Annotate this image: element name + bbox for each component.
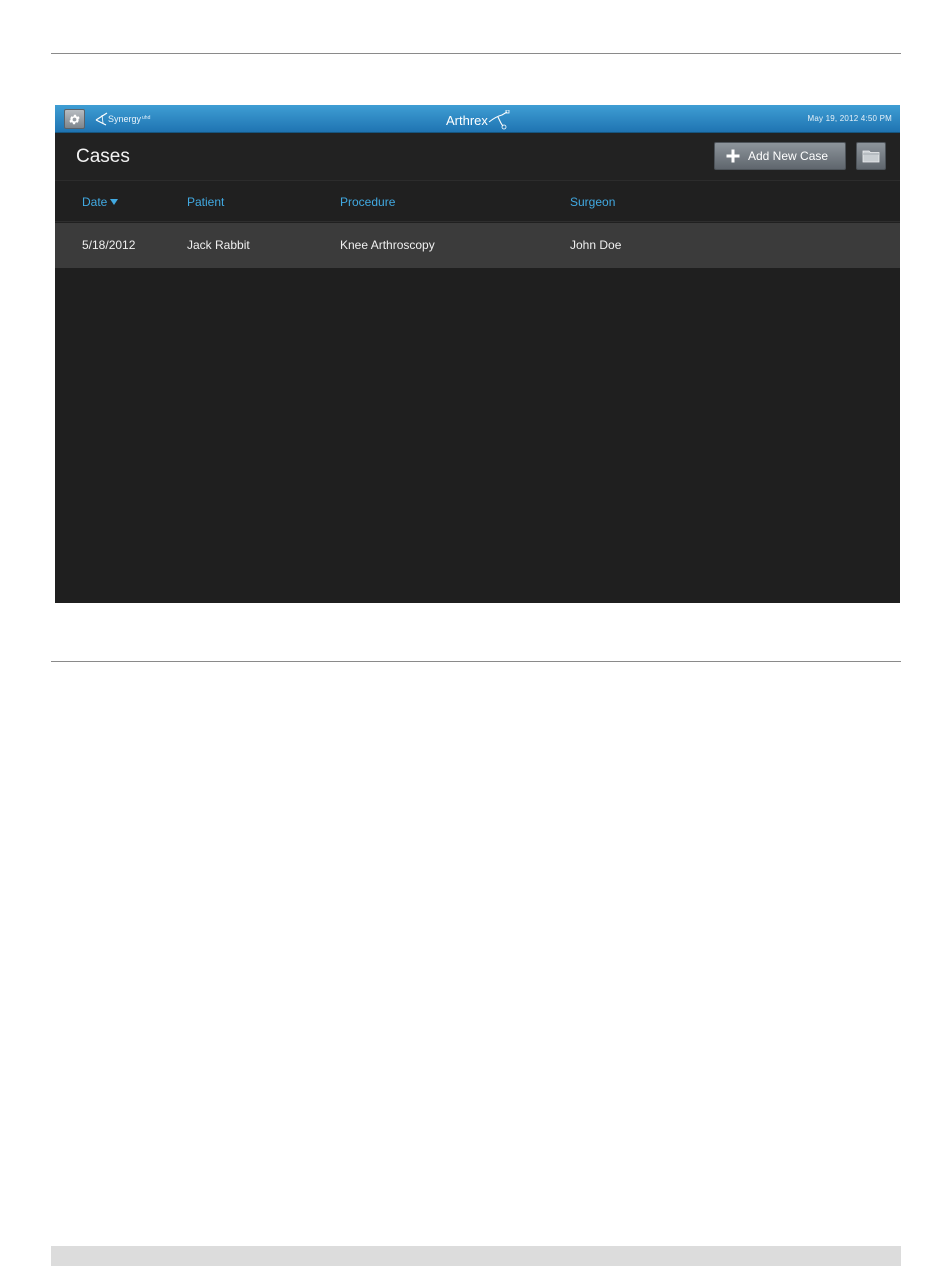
- add-new-case-button[interactable]: Add New Case: [714, 142, 846, 170]
- page-title: Cases: [76, 146, 130, 167]
- sort-descending-icon: [110, 199, 119, 205]
- column-header-date-label: Date: [82, 195, 108, 209]
- plus-icon: [726, 149, 740, 163]
- status-datetime: May 19, 2012 4:50 PM: [807, 114, 892, 123]
- synergy-logo-mark: uhd: [142, 115, 151, 121]
- tablet-screen: Synergy uhd Arthrex May 19, 2012 4:50 PM…: [55, 105, 900, 603]
- brand-name: Arthrex: [446, 112, 488, 128]
- brand-logo: Arthrex: [446, 110, 510, 130]
- top-divider: [51, 53, 901, 54]
- cell-date: 5/18/2012: [82, 238, 136, 252]
- footer-bar: [51, 1246, 901, 1266]
- synergy-logo-text: Synergy: [108, 114, 142, 124]
- synergy-logo: Synergy uhd: [95, 110, 150, 128]
- cell-patient: Jack Rabbit: [187, 238, 250, 252]
- synergy-logo-icon: [95, 112, 108, 126]
- manual-page: Synergy uhd Arthrex May 19, 2012 4:50 PM…: [0, 0, 950, 1276]
- table-row[interactable]: 5/18/2012 Jack Rabbit Knee Arthroscopy J…: [55, 223, 900, 268]
- column-header-surgeon[interactable]: Surgeon: [570, 195, 615, 209]
- status-bar: Synergy uhd Arthrex May 19, 2012 4:50 PM: [55, 105, 900, 133]
- title-bar: Cases Add New Case: [55, 133, 900, 181]
- bottom-divider: [51, 661, 901, 662]
- settings-button[interactable]: [64, 109, 85, 129]
- column-header-date[interactable]: Date: [82, 195, 119, 209]
- table-header: Date Patient Procedure Surgeon: [55, 182, 900, 222]
- cell-procedure: Knee Arthroscopy: [340, 238, 435, 252]
- column-header-patient[interactable]: Patient: [187, 195, 224, 209]
- cell-surgeon: John Doe: [570, 238, 622, 252]
- column-header-procedure[interactable]: Procedure: [340, 195, 395, 209]
- gear-icon: [69, 114, 80, 124]
- folder-icon: [862, 150, 880, 163]
- folder-button[interactable]: [856, 142, 886, 170]
- case-list-empty-area: [55, 268, 900, 603]
- add-new-case-label: Add New Case: [748, 149, 829, 163]
- arthrex-logo-icon: [488, 110, 510, 130]
